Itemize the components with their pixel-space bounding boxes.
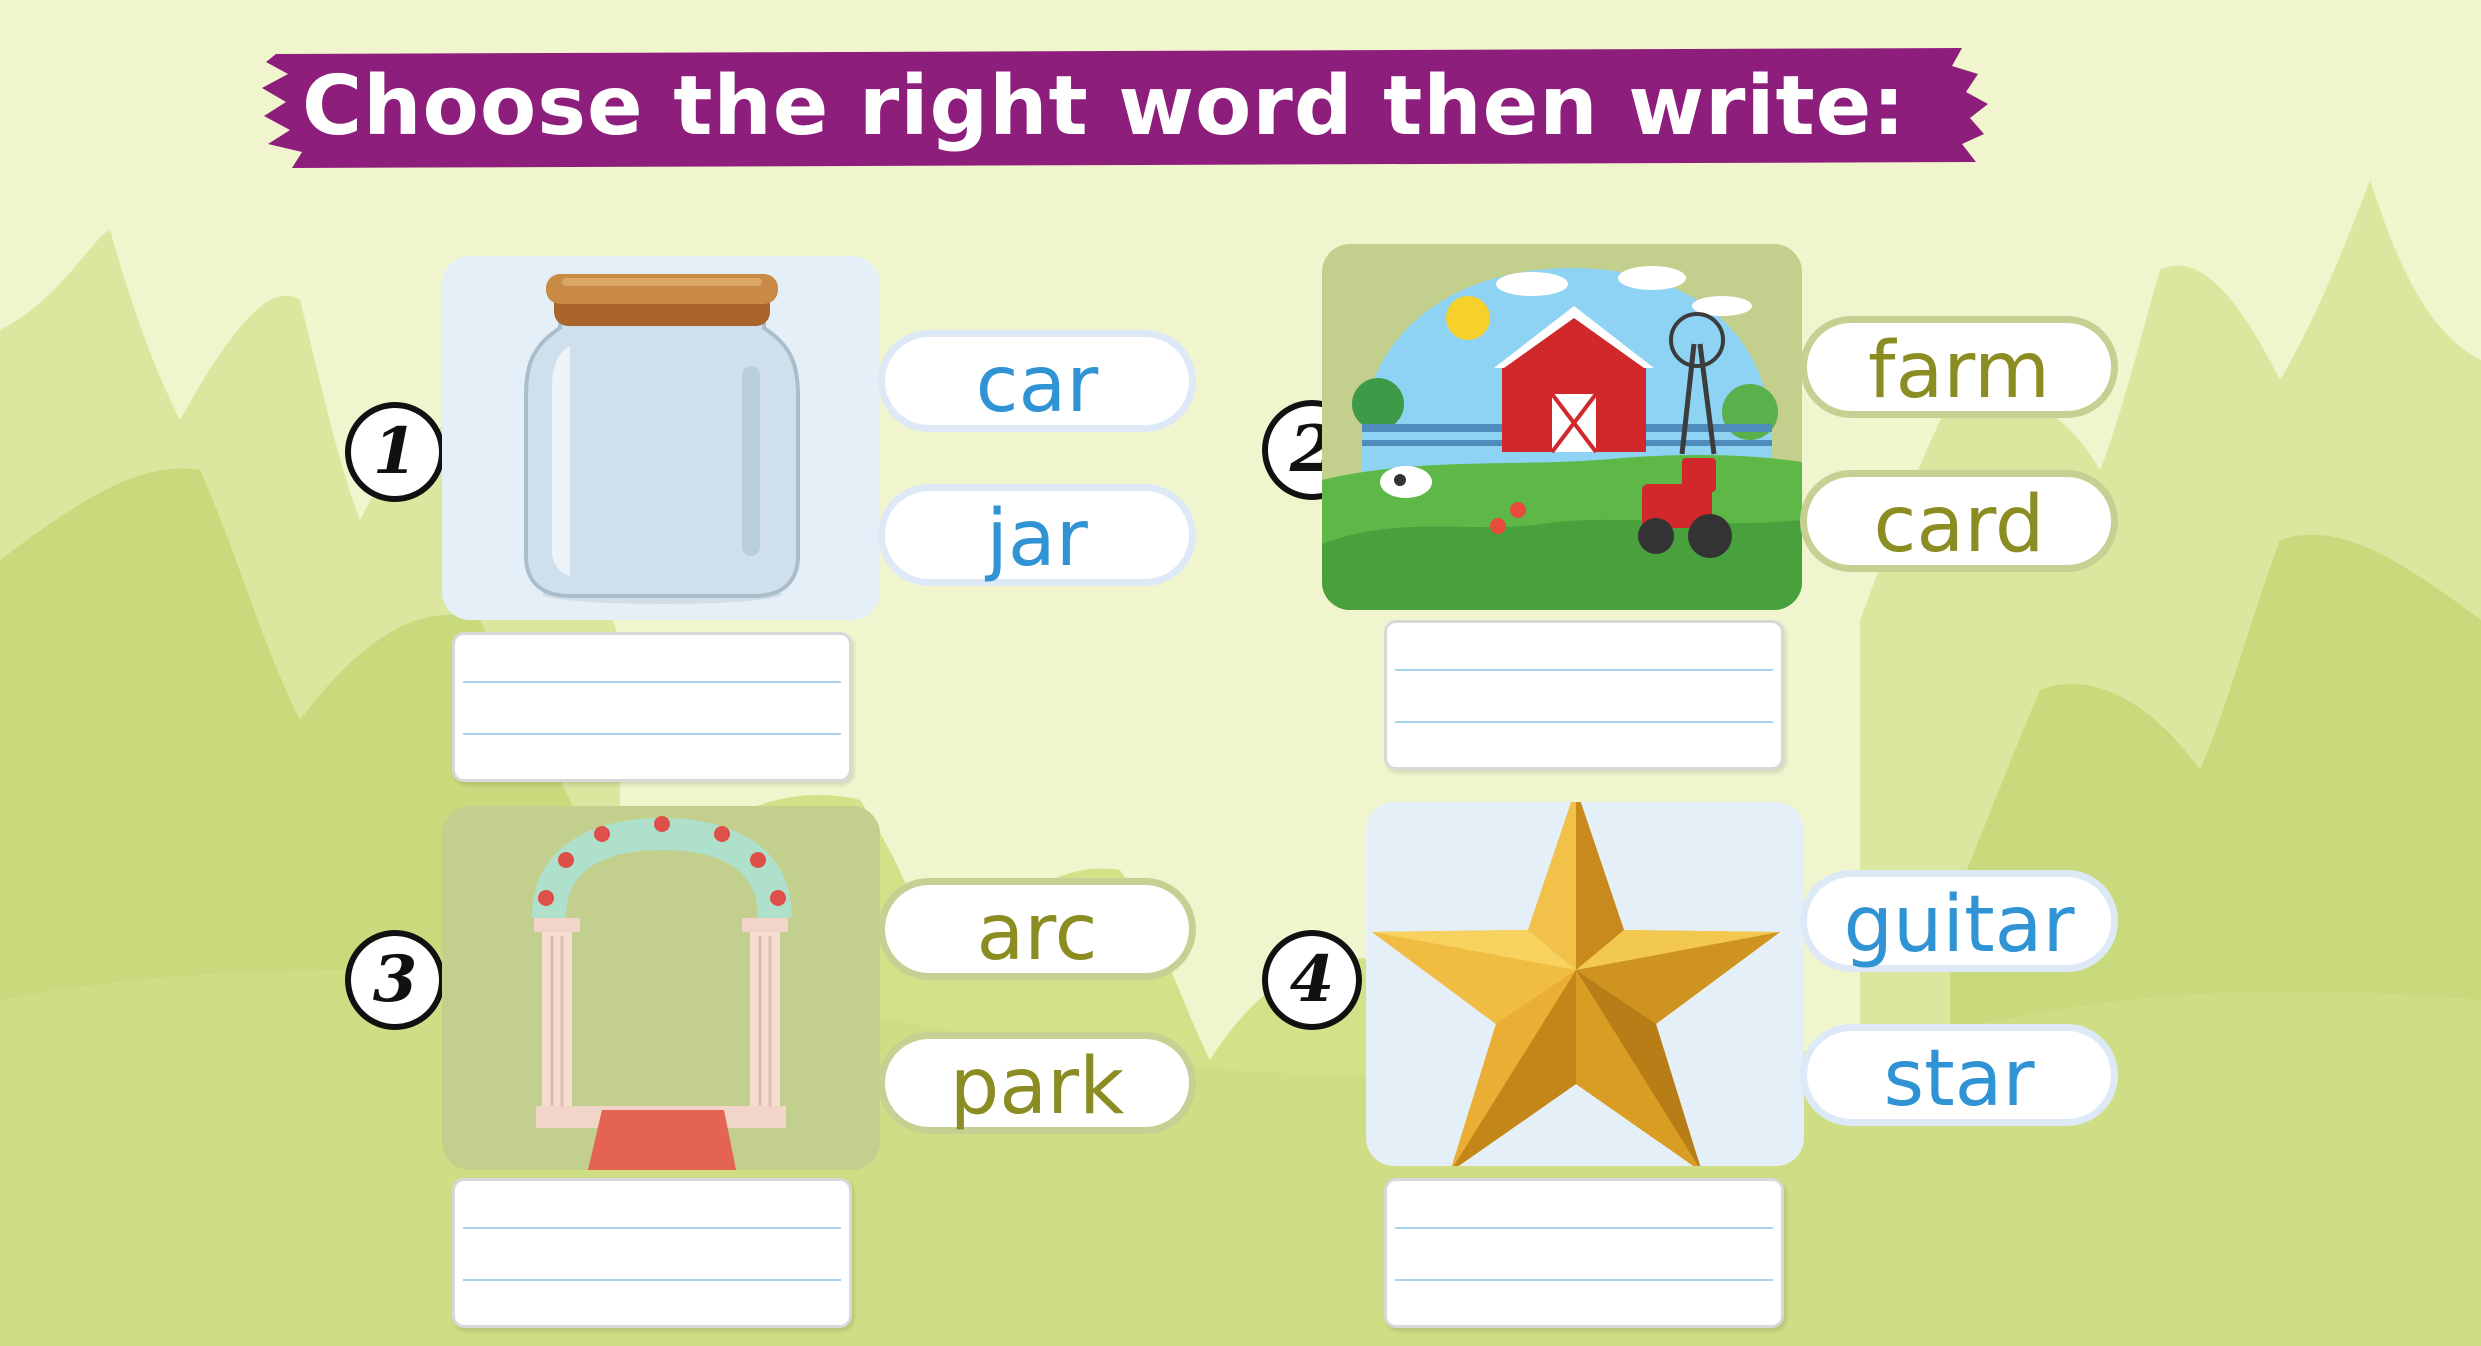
word-option-star[interactable]: star	[1800, 1024, 2118, 1126]
writing-line	[1395, 1279, 1773, 1281]
exercise-number-3: 3	[345, 930, 445, 1030]
writing-line	[1395, 721, 1773, 723]
word-option-farm[interactable]: farm	[1800, 316, 2118, 418]
picture-card-3	[442, 806, 880, 1170]
word-option-car[interactable]: car	[878, 330, 1196, 432]
writing-line	[1395, 669, 1773, 671]
word-option-card[interactable]: card	[1800, 470, 2118, 572]
answer-box-4[interactable]	[1384, 1178, 1784, 1328]
writing-line	[1395, 1227, 1773, 1229]
word-option-park[interactable]: park	[878, 1032, 1196, 1134]
exercise-number-4: 4	[1262, 930, 1362, 1030]
answer-box-3[interactable]	[452, 1178, 852, 1328]
arch-icon	[532, 816, 792, 1170]
picture-card-4	[1366, 802, 1804, 1166]
grass-background	[0, 0, 2481, 1346]
writing-line	[463, 1227, 841, 1229]
farm-icon	[1322, 266, 1802, 610]
picture-card-2	[1322, 244, 1802, 610]
word-option-guitar[interactable]: guitar	[1800, 870, 2118, 972]
writing-line	[463, 681, 841, 683]
jar-icon	[524, 274, 800, 604]
writing-line	[463, 733, 841, 735]
star-icon	[1372, 802, 1780, 1166]
picture-card-1	[442, 256, 880, 620]
writing-line	[463, 1279, 841, 1281]
word-option-jar[interactable]: jar	[878, 484, 1196, 586]
word-option-arc[interactable]: arc	[878, 878, 1196, 980]
answer-box-1[interactable]	[452, 632, 852, 782]
answer-box-2[interactable]	[1384, 620, 1784, 770]
page-title: Choose the right word then write:	[302, 59, 1907, 154]
title-banner: Choose the right word then write:	[262, 44, 1992, 172]
exercise-number-1: 1	[345, 402, 445, 502]
